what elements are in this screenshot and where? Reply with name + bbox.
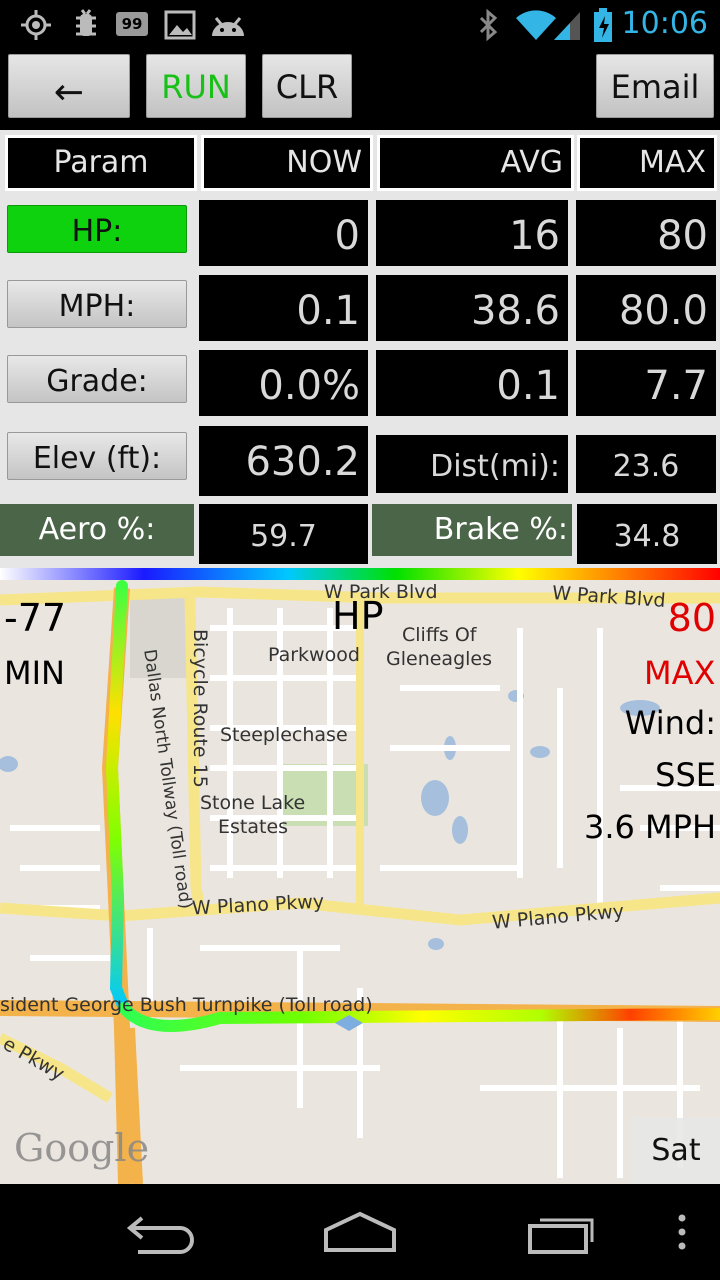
navigation-bar <box>0 1184 720 1280</box>
dist-label: Dist(mi): <box>376 435 568 493</box>
max-value: 80 <box>667 596 716 640</box>
header-max: MAX <box>577 135 717 191</box>
signal-icon <box>554 12 580 40</box>
metric-label: HP <box>332 594 384 638</box>
status-bar: 99 10:06 <box>0 0 720 50</box>
notification-99-icon: 99 <box>116 12 148 36</box>
elev-now-value: 630.2 <box>199 426 368 496</box>
hp-param-button[interactable]: HP: <box>7 205 187 253</box>
mph-param-button[interactable]: MPH: <box>7 280 187 328</box>
elev-param-button[interactable]: Elev (ft): <box>7 432 187 480</box>
satellite-toggle-button[interactable]: Sat <box>632 1118 720 1184</box>
aero-value: 59.7 <box>199 504 368 564</box>
data-table: Param NOW AVG MAX HP: 0 16 80 MPH: 0.1 3… <box>0 130 720 568</box>
clear-button[interactable]: CLR <box>262 54 352 118</box>
min-label: MIN <box>4 654 65 692</box>
wind-speed: 3.6 MPH <box>583 808 716 846</box>
back-icon[interactable] <box>124 1210 196 1254</box>
google-logo: Google <box>14 1126 150 1170</box>
email-button[interactable]: Email <box>596 54 714 118</box>
mph-max-value: 80.0 <box>576 275 716 341</box>
mph-now-value: 0.1 <box>199 275 368 341</box>
grade-avg-value: 0.1 <box>376 350 568 416</box>
run-button[interactable]: RUN <box>146 54 246 118</box>
home-icon[interactable] <box>322 1210 398 1254</box>
map-graphics <box>0 568 720 1184</box>
map-label-stone-lake-2: Estates <box>218 816 289 838</box>
mph-avg-value: 38.6 <box>376 275 568 341</box>
max-label: MAX <box>644 654 716 692</box>
gps-icon <box>21 10 51 40</box>
header-param: Param <box>5 135 197 191</box>
map-label-steeplechase: Steeplechase <box>220 724 348 746</box>
android-icon <box>212 17 244 36</box>
map-label-bicycle-route: Bicycle Route 15 <box>189 629 211 788</box>
image-icon <box>164 10 196 40</box>
min-value: -77 <box>4 596 67 640</box>
brake-value: 34.8 <box>577 504 717 564</box>
header-now: NOW <box>201 135 373 191</box>
grade-param-button[interactable]: Grade: <box>7 355 187 403</box>
wind-label: Wind: <box>624 704 716 742</box>
grade-max-value: 7.7 <box>576 350 716 416</box>
brake-label: Brake %: <box>372 504 572 556</box>
map-label-parkwood: Parkwood <box>268 644 360 666</box>
hp-max-value: 80 <box>576 200 716 266</box>
usb-debug-icon <box>76 9 96 36</box>
battery-charging-icon <box>594 8 612 42</box>
map-view[interactable]: W Park Blvd W Park Blvd Parkwood Cliffs … <box>0 568 720 1184</box>
hp-avg-value: 16 <box>376 200 568 266</box>
hp-now-value: 0 <box>199 200 368 266</box>
map-label-bush-turnpike: sident George Bush Turnpike (Toll road) <box>0 994 373 1016</box>
overflow-menu-icon[interactable] <box>676 1210 688 1254</box>
grade-now-value: 0.0% <box>199 350 368 416</box>
recent-apps-icon[interactable] <box>526 1210 598 1254</box>
map-label-cliffs-1: Cliffs Of <box>402 624 477 646</box>
wind-direction: SSE <box>655 756 716 794</box>
header-avg: AVG <box>377 135 574 191</box>
map-label-stone-lake-1: Stone Lake <box>200 792 306 814</box>
clock: 10:06 <box>621 6 708 41</box>
aero-label: Aero %: <box>0 504 194 556</box>
badge-text: 99 <box>121 15 143 33</box>
back-button[interactable]: ← <box>8 54 130 118</box>
dist-value: 23.6 <box>576 435 716 493</box>
bluetooth-icon <box>479 8 498 42</box>
toolbar: ← RUN CLR Email <box>0 50 720 130</box>
map-label-cliffs-2: Gleneagles <box>386 648 492 670</box>
color-scale-bar <box>0 568 720 580</box>
